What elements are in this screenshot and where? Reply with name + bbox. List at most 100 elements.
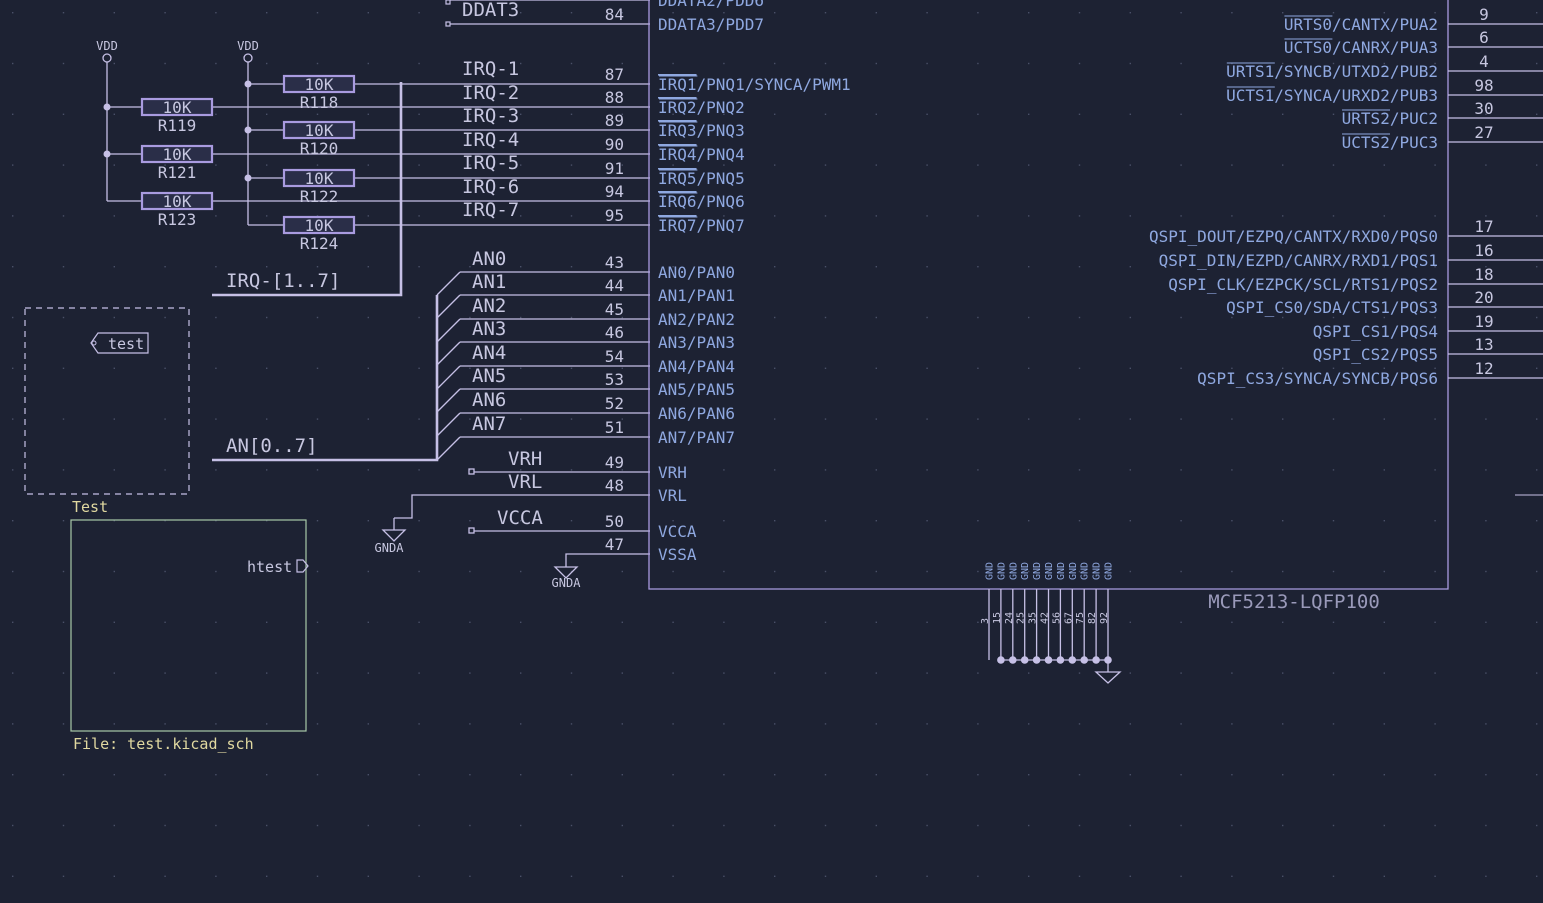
pin-name: DDATA3/PDD7 <box>658 15 764 34</box>
mcu-part-name: MCF5213-LQFP100 <box>1208 591 1380 613</box>
pin-name: QSPI_CLK/EZPCK/SCL/RTS1/PQS2 <box>1168 275 1438 294</box>
resistor-r124[interactable]: 10KR124 <box>282 215 356 253</box>
irq-net-labels: IRQ-1IRQ-2IRQ-3IRQ-4IRQ-5IRQ-6IRQ-7 <box>462 58 519 221</box>
pin-number: 16 <box>1474 241 1493 260</box>
pin-number: 30 <box>1474 99 1493 118</box>
pin-name: QSPI_DIN/EZPD/CANRX/RXD1/PQS1 <box>1159 251 1438 270</box>
pin-number: 88 <box>605 88 624 107</box>
an-net-label: AN6 <box>472 389 506 411</box>
pin-name: VRL <box>658 486 687 505</box>
resistor-value: 10K <box>305 121 334 140</box>
pin-name: GND <box>1020 562 1031 580</box>
pin-name: URTS0/CANTX/PUA2 <box>1284 15 1438 34</box>
resistor-r120[interactable]: 10KR120 <box>282 120 356 158</box>
resistor-ref: R123 <box>158 210 197 229</box>
pin-number: 49 <box>605 453 624 472</box>
vdd-power-symbol-1[interactable]: VDD <box>96 39 118 63</box>
pin-name: VCCA <box>658 522 697 541</box>
pin-name: VSSA <box>658 545 697 564</box>
vcca-net-label: VCCA <box>497 507 543 529</box>
resistor-value: 10K <box>163 192 192 211</box>
irq-net-label: IRQ-7 <box>462 199 519 221</box>
pin-name: IRQ3/PNQ3 <box>658 121 745 140</box>
sheet-name: Test <box>72 498 108 516</box>
an-net-label: AN2 <box>472 295 506 317</box>
hierarchical-sheet[interactable]: Test File: test.kicad_sch htest <box>70 498 309 753</box>
mcu-gnd-pin-3[interactable]: GND 3 <box>980 562 996 660</box>
gnda-label: GNDA <box>375 541 405 555</box>
irq-bus-label: IRQ-[1..7] <box>226 270 340 292</box>
an-net-label: AN1 <box>472 271 506 293</box>
pin-number: 84 <box>605 5 624 24</box>
resistor-ref: R119 <box>158 116 197 135</box>
schematic-canvas[interactable]: VDD VDD 10KR11810KR119 10KR12010KR121 10K <box>0 0 1543 903</box>
gnda-power-symbol-1[interactable]: GNDA <box>375 518 407 555</box>
resistor-value: 10K <box>305 216 334 235</box>
resistor-r119[interactable]: 10KR119 <box>140 97 214 135</box>
mcu-pin-43[interactable]: 43 AN0/PAN0 <box>605 253 735 282</box>
ddata-pin-ends <box>445 0 451 27</box>
pin-number: 87 <box>605 65 624 84</box>
pin-name: IRQ7/PNQ7 <box>658 216 745 235</box>
resistor-ref: R122 <box>300 187 339 206</box>
pin-name: AN5/PAN5 <box>658 380 735 399</box>
mcu-pin-9[interactable]: 9 URTS0/CANTX/PUA2 <box>1284 5 1543 34</box>
pin-name: GND <box>1068 562 1079 580</box>
pin-number: 92 <box>1099 612 1110 624</box>
pin-name: QSPI_DOUT/EZPQ/CANTX/RXD0/PQS0 <box>1149 227 1438 246</box>
pin-name: GND <box>1032 562 1043 580</box>
resistor-r123[interactable]: 10KR123 <box>140 191 214 229</box>
ddata3-net-label: DDAT3 <box>462 0 519 21</box>
pin-number: 52 <box>605 394 624 413</box>
pin-number: 19 <box>1474 312 1493 331</box>
pin-name: VRH <box>658 463 687 482</box>
pin-number: 13 <box>1474 335 1493 354</box>
pin-number: 17 <box>1474 217 1493 236</box>
pin-name: IRQ6/PNQ6 <box>658 192 745 211</box>
pin-number: 9 <box>1479 5 1489 24</box>
pin-number: 15 <box>992 612 1003 624</box>
irq-net-label: IRQ-1 <box>462 58 519 80</box>
pin-number: 91 <box>605 159 624 178</box>
pin-number: 56 <box>1051 612 1062 624</box>
an-bus-label: AN[0..7] <box>226 435 318 457</box>
mcu-left-pins: 84 DDATA3/PDD7 87 IRQ1/PNQ1/SYNCA/PWM1 88 IRQ… <box>605 5 851 564</box>
pin-number: 94 <box>605 182 624 201</box>
gnda-power-symbol-2[interactable]: GNDA <box>552 566 582 590</box>
pin-name: GND <box>1080 562 1091 580</box>
pin-number: 47 <box>605 535 624 554</box>
gnda-label: GNDA <box>552 576 582 590</box>
vdd-power-symbol-2[interactable]: VDD <box>237 39 259 63</box>
pin-number: 46 <box>605 323 624 342</box>
pin-number: 20 <box>1474 288 1493 307</box>
vrl-net-label: VRL <box>508 471 542 493</box>
pin-name: QSPI_CS0/SDA/CTS1/PQS3 <box>1226 298 1438 317</box>
an-net-label: AN7 <box>472 413 506 435</box>
pin-number: 12 <box>1474 359 1493 378</box>
pin-number: 24 <box>1004 612 1015 624</box>
pin-name: GND <box>1044 562 1055 580</box>
pin-name: AN3/PAN3 <box>658 333 735 352</box>
mcu-gnd-pins: GND 3 GND 15 GND 24 GND 25 GND 35 GND 42 GND 56 GND 67 G… <box>980 562 1115 664</box>
pin-name: GND <box>1056 562 1067 580</box>
pin-number: 90 <box>605 135 624 154</box>
resistor-ref: R118 <box>300 93 339 112</box>
mcu-pin-name-partial: DDATA2/PDD6 <box>658 0 764 10</box>
pin-number: 4 <box>1479 52 1489 71</box>
mcu-pin-87[interactable]: 87 IRQ1/PNQ1/SYNCA/PWM1 <box>605 65 851 94</box>
pin-number: 89 <box>605 111 624 130</box>
pin-number: 3 <box>980 618 991 624</box>
vdd-label: VDD <box>237 39 259 53</box>
mcu-right-pins: 9 URTS0/CANTX/PUA2 6 UCTS0/CANRX/PUA3 4 URTS1… <box>1149 5 1543 388</box>
pin-number: 43 <box>605 253 624 272</box>
pin-number: 25 <box>1016 612 1027 624</box>
resistor-r121[interactable]: 10KR121 <box>140 144 214 182</box>
dashed-graphic-box[interactable]: test <box>24 307 190 495</box>
resistor-ref: R120 <box>300 139 339 158</box>
pin-number: 27 <box>1474 123 1493 142</box>
pin-number: 67 <box>1063 612 1074 624</box>
global-label-test: test <box>108 335 144 353</box>
resistor-ref: R121 <box>158 163 197 182</box>
pin-name: QSPI_CS2/PQS5 <box>1313 345 1438 364</box>
resistor-value: 10K <box>163 98 192 117</box>
